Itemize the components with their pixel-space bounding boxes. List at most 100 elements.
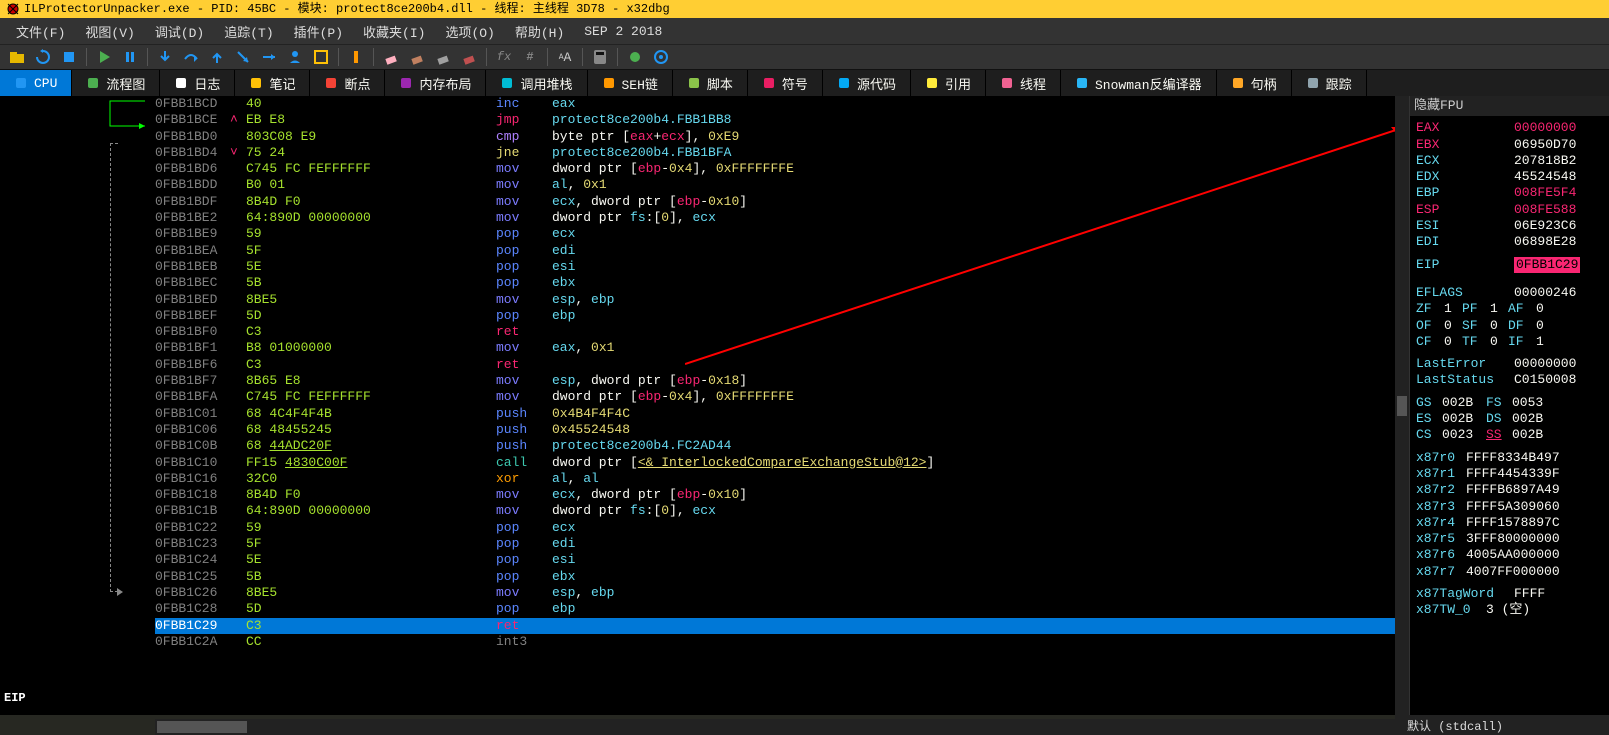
tab-item[interactable]: 符号 — [748, 70, 823, 96]
disasm-row[interactable]: 0FBB1C235Fpopedi — [155, 536, 1409, 552]
reg-eip[interactable]: EIP 0FBB1C29 — [1416, 257, 1603, 273]
disasm-row[interactable]: 0FBB1BD0803C08 E9cmpbyte ptr [eax+ecx], … — [155, 129, 1409, 145]
menu-item[interactable]: 插件(P) — [284, 18, 353, 44]
highlight-button[interactable] — [310, 46, 332, 68]
statusbar-callconv[interactable]: 默认 (stdcall) — [1399, 715, 1609, 735]
pause-button[interactable] — [119, 46, 141, 68]
flag-value[interactable]: 0 — [1490, 334, 1508, 350]
hash-button[interactable]: # — [519, 46, 541, 68]
trace-over-button[interactable] — [258, 46, 280, 68]
disasm-row[interactable]: 0FBB1BCD40inceax — [155, 96, 1409, 112]
tab-item[interactable]: SEH链 — [588, 70, 673, 96]
disasm-row[interactable]: 0FBB1BCE˄EB E8jmpprotect8ce200b4.FBB1BB8 — [155, 112, 1409, 128]
disasm-row[interactable]: 0FBB1BEF5Dpopebp — [155, 308, 1409, 324]
disasm-row[interactable]: 0FBB1BFAC745 FC FEFFFFFFmovdword ptr [eb… — [155, 389, 1409, 405]
fx-button[interactable]: fx — [493, 46, 515, 68]
disasm-row[interactable]: 0FBB1C10FF15 4830C00Fcalldword ptr [<&_I… — [155, 455, 1409, 471]
disasm-row[interactable]: 0FBB1C0168 4C4F4F4Bpush0x4B4F4F4C — [155, 406, 1409, 422]
flag-value[interactable]: 0 — [1490, 318, 1508, 334]
flag-value[interactable]: 0 — [1536, 301, 1554, 317]
erase1-icon[interactable] — [380, 46, 402, 68]
menu-item[interactable]: 文件(F) — [6, 18, 75, 44]
disasm-row[interactable]: 0FBB1BEA5Fpopedi — [155, 243, 1409, 259]
menu-item[interactable]: 视图(V) — [75, 18, 144, 44]
menu-item[interactable]: SEP 2 2018 — [574, 18, 672, 44]
disasm-row[interactable]: 0FBB1C285Dpopebp — [155, 601, 1409, 617]
restart-button[interactable] — [32, 46, 54, 68]
stop-button[interactable] — [58, 46, 80, 68]
tab-item[interactable]: CPU — [0, 70, 72, 96]
disasm-row[interactable]: 0FBB1BF0C3ret — [155, 324, 1409, 340]
menu-item[interactable]: 追踪(T) — [214, 18, 283, 44]
settings-button[interactable] — [624, 46, 646, 68]
register-row[interactable]: ECX207818B2 — [1416, 153, 1603, 169]
register-row[interactable]: EDX45524548 — [1416, 169, 1603, 185]
register-row[interactable]: ESP008FE588 — [1416, 202, 1603, 218]
register-row[interactable]: EBX06950D70 — [1416, 137, 1603, 153]
disasm-row[interactable]: 0FBB1C255Bpopebx — [155, 569, 1409, 585]
tab-item[interactable]: 源代码 — [823, 70, 911, 96]
register-row[interactable]: EDI06898E28 — [1416, 234, 1603, 250]
disasm-row[interactable]: 0FBB1C188B4D F0movecx, dword ptr [ebp-0x… — [155, 487, 1409, 503]
step-into-button[interactable] — [154, 46, 176, 68]
disasm-row[interactable]: 0FBB1BE264:890D 00000000movdword ptr fs:… — [155, 210, 1409, 226]
menu-item[interactable]: 帮助(H) — [505, 18, 574, 44]
erase3-icon[interactable] — [432, 46, 454, 68]
menu-item[interactable]: 收藏夹(I) — [353, 18, 435, 44]
disasm-row[interactable]: 0FBB1C2ACCint3 — [155, 634, 1409, 650]
disasm-row[interactable]: 0FBB1C29C3ret — [155, 618, 1409, 634]
run-button[interactable] — [93, 46, 115, 68]
tab-item[interactable]: 笔记 — [235, 70, 310, 96]
disasm-row[interactable]: 0FBB1BF6C3ret — [155, 357, 1409, 373]
step-over-button[interactable] — [180, 46, 202, 68]
register-row[interactable]: EBP008FE5F4 — [1416, 185, 1603, 201]
tab-item[interactable]: 流程图 — [72, 70, 160, 96]
tab-item[interactable]: 日志 — [160, 70, 235, 96]
menu-item[interactable]: 选项(O) — [435, 18, 504, 44]
flag-value[interactable]: 0 — [1444, 318, 1462, 334]
flag-value[interactable]: 0 — [1536, 318, 1554, 334]
tab-item[interactable]: 句柄 — [1217, 70, 1292, 96]
disasm-row[interactable]: 0FBB1BEC5Bpopebx — [155, 275, 1409, 291]
disasm-scrollbar-horizontal[interactable] — [155, 719, 1409, 735]
register-row[interactable]: EAX00000000 — [1416, 120, 1603, 136]
open-folder-button[interactable] — [6, 46, 28, 68]
disasm-row[interactable]: 0FBB1C1632C0xoral, al — [155, 471, 1409, 487]
disasm-row[interactable]: 0FBB1BED8BE5movesp, ebp — [155, 292, 1409, 308]
about-button[interactable] — [650, 46, 672, 68]
erase4-icon[interactable] — [458, 46, 480, 68]
disasm-row[interactable]: 0FBB1BEB5Epopesi — [155, 259, 1409, 275]
step-out-button[interactable] — [206, 46, 228, 68]
flag-value[interactable]: 1 — [1490, 301, 1508, 317]
tab-item[interactable]: Snowman反编译器 — [1061, 70, 1217, 96]
tab-item[interactable]: 引用 — [911, 70, 986, 96]
tab-item[interactable]: 调用堆栈 — [486, 70, 587, 96]
register-panel-header[interactable]: 隐藏FPU — [1410, 96, 1609, 116]
disasm-row[interactable]: 0FBB1BDF8B4D F0movecx, dword ptr [ebp-0x… — [155, 194, 1409, 210]
disasm-row[interactable]: 0FBB1BF1B8 01000000moveax, 0x1 — [155, 340, 1409, 356]
disasm-row[interactable]: 0FBB1BF78B65 E8movesp, dword ptr [ebp-0x… — [155, 373, 1409, 389]
trace-into-button[interactable] — [232, 46, 254, 68]
disasm-row[interactable]: 0FBB1C0668 48455245push0x45524548 — [155, 422, 1409, 438]
disasm-row[interactable]: 0FBB1C268BE5movesp, ebp — [155, 585, 1409, 601]
disasm-view[interactable]: 0FBB1BCD40inceax0FBB1BCE˄EB E8jmpprotect… — [155, 96, 1409, 715]
disasm-row[interactable]: 0FBB1BD4˅75 24jneprotect8ce200b4.FBB1BFA — [155, 145, 1409, 161]
disasm-row[interactable]: 0FBB1BDDB0 01moval, 0x1 — [155, 177, 1409, 193]
calc-button[interactable] — [589, 46, 611, 68]
tab-item[interactable]: 跟踪 — [1292, 70, 1367, 96]
disasm-scrollbar-vertical[interactable] — [1395, 96, 1409, 719]
flag-value[interactable]: 0 — [1444, 334, 1462, 350]
tab-item[interactable]: 断点 — [310, 70, 385, 96]
erase2-icon[interactable] — [406, 46, 428, 68]
disasm-row[interactable]: 0FBB1BD6C745 FC FEFFFFFFmovdword ptr [eb… — [155, 161, 1409, 177]
disasm-row[interactable]: 0FBB1C2259popecx — [155, 520, 1409, 536]
disasm-row[interactable]: 0FBB1C245Epopesi — [155, 552, 1409, 568]
register-row[interactable]: ESI06E923C6 — [1416, 218, 1603, 234]
disasm-row[interactable]: 0FBB1C1B64:890D 00000000movdword ptr fs:… — [155, 503, 1409, 519]
disasm-row[interactable]: 0FBB1C0B68 44ADC20Fpushprotect8ce200b4.F… — [155, 438, 1409, 454]
flag-value[interactable]: 1 — [1444, 301, 1462, 317]
run-to-user-button[interactable] — [284, 46, 306, 68]
tab-item[interactable]: 线程 — [986, 70, 1061, 96]
tab-item[interactable]: 脚本 — [673, 70, 748, 96]
tab-item[interactable]: 内存布局 — [385, 70, 486, 96]
